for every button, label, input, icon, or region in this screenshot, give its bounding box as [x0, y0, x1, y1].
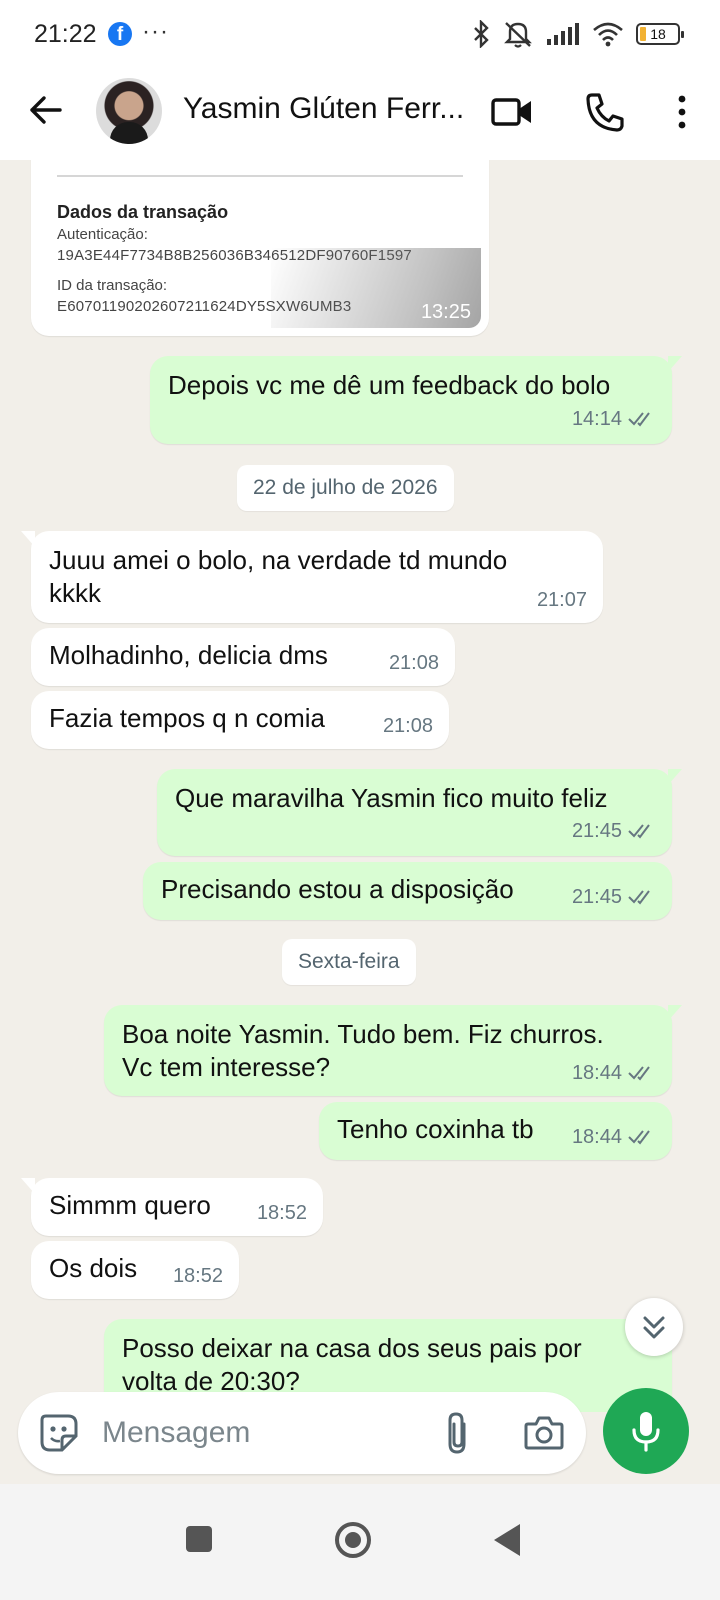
- incoming-message[interactable]: Molhadinho, delicia dms 21:08: [31, 628, 455, 686]
- bluetooth-icon: [474, 20, 489, 48]
- incoming-message[interactable]: Os dois 18:52: [31, 1241, 239, 1299]
- avatar[interactable]: [96, 78, 162, 144]
- message-text: Que maravilha Yasmin fico muito feliz: [175, 783, 608, 813]
- voice-message-button[interactable]: [603, 1388, 689, 1474]
- receipt-title: Dados da transação: [57, 202, 229, 222]
- contact-name[interactable]: Yasmin Glúten Ferr...: [183, 92, 469, 126]
- double-check-icon: [628, 412, 650, 427]
- message-text: Depois vc me dê um feedback do bolo: [168, 370, 611, 400]
- camera-icon[interactable]: [523, 1413, 565, 1453]
- incoming-message[interactable]: Fazia tempos q n comia 21:08: [31, 691, 449, 749]
- more-vert-icon[interactable]: [660, 90, 704, 134]
- double-check-icon: [628, 890, 650, 905]
- message-time: 13:25: [420, 301, 471, 323]
- sticker-icon[interactable]: [38, 1412, 80, 1454]
- scroll-to-bottom-button[interactable]: [625, 1298, 683, 1356]
- facebook-icon: f: [108, 22, 132, 46]
- message-time: 18:44: [571, 1126, 622, 1148]
- battery-level: 18: [650, 26, 666, 42]
- message-text: Tenho coxinha tb: [337, 1114, 534, 1144]
- date-chip: Sexta-feira: [282, 939, 416, 985]
- notification-dots: ···: [142, 18, 169, 45]
- message-text-line-2: kkkk: [49, 578, 101, 608]
- status-time: 21:22: [34, 20, 97, 48]
- battery-icon: 18: [636, 23, 684, 45]
- date-chip: 22 de julho de 2026: [237, 465, 454, 511]
- double-check-icon: [628, 1066, 650, 1081]
- receipt-image-message[interactable]: Dados da transação Autenticação: 19A3E44…: [31, 160, 489, 336]
- system-back-button[interactable]: [494, 1524, 520, 1556]
- system-navigation-bar: [0, 1484, 720, 1600]
- signal-icon: [547, 23, 579, 45]
- chevron-double-down-icon: [643, 1316, 665, 1339]
- message-time: 18:44: [571, 1062, 622, 1084]
- mute-icon: [504, 22, 532, 48]
- paperclip-icon[interactable]: [440, 1410, 476, 1456]
- status-bar: 21:22 f ··· 18: [0, 0, 720, 68]
- message-text: Precisando estou a disposição: [161, 874, 514, 904]
- chat-header: Yasmin Glúten Ferr...: [0, 68, 720, 160]
- message-text: Os dois: [49, 1253, 138, 1283]
- home-button[interactable]: [335, 1522, 371, 1558]
- message-text-line-1: Posso deixar na casa dos seus pais por: [122, 1333, 582, 1363]
- message-time: 21:08: [382, 715, 433, 737]
- message-time: 21:07: [536, 589, 587, 611]
- recents-button[interactable]: [186, 1526, 212, 1552]
- outgoing-message[interactable]: Tenho coxinha tb 18:44: [319, 1102, 672, 1160]
- outgoing-message[interactable]: Boa noite Yasmin. Tudo bem. Fiz churros.…: [104, 1005, 682, 1096]
- incoming-message[interactable]: Simmm quero 18:52: [21, 1178, 323, 1236]
- double-check-icon: [628, 824, 650, 839]
- message-time: 21:45: [571, 886, 622, 908]
- message-time: 18:52: [256, 1202, 307, 1224]
- video-call-icon[interactable]: [491, 90, 535, 134]
- outgoing-message[interactable]: Depois vc me dê um feedback do bolo 14:1…: [150, 356, 682, 444]
- message-text: Fazia tempos q n comia: [49, 703, 326, 733]
- status-icons: 18: [472, 18, 684, 50]
- message-text: Simmm quero: [49, 1190, 211, 1220]
- incoming-message[interactable]: Juuu amei o bolo, na verdade td mundo kk…: [21, 531, 603, 623]
- message-time: 18:52: [172, 1265, 223, 1287]
- message-input[interactable]: Mensagem: [102, 1416, 250, 1450]
- message-time: 14:14: [571, 408, 622, 430]
- message-text-line-2: Vc tem interesse?: [122, 1052, 331, 1082]
- message-list[interactable]: Dados da transação Autenticação: 19A3E44…: [0, 160, 720, 1412]
- wifi-icon: [593, 22, 623, 47]
- message-text-line-1: Juuu amei o bolo, na verdade td mundo: [49, 545, 508, 575]
- back-arrow-icon[interactable]: [26, 90, 66, 130]
- microphone-icon: [632, 1412, 660, 1452]
- message-time: 21:08: [388, 652, 439, 674]
- message-composer: Mensagem: [18, 1392, 586, 1474]
- outgoing-message[interactable]: Que maravilha Yasmin fico muito feliz 21…: [157, 769, 682, 856]
- message-time: 21:45: [571, 820, 622, 842]
- double-check-icon: [628, 1130, 650, 1145]
- receipt-id-label: ID da transação:: [57, 277, 168, 294]
- message-text: Molhadinho, delicia dms: [49, 640, 328, 670]
- receipt-auth-label: Autenticação:: [57, 226, 148, 243]
- phone-call-icon[interactable]: [583, 90, 627, 134]
- message-text-line-1: Boa noite Yasmin. Tudo bem. Fiz churros.: [122, 1019, 604, 1049]
- outgoing-message[interactable]: Precisando estou a disposição 21:45: [143, 862, 672, 920]
